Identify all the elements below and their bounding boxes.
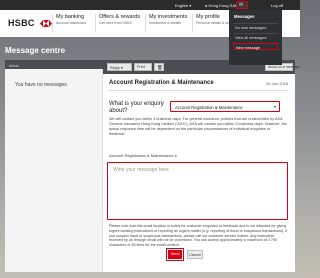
enquiry-label: What is your enquiry about? <box>109 101 164 114</box>
email-usage-notice: Please note that this email function is … <box>109 224 288 248</box>
logo-text: HSBC <box>8 18 35 28</box>
logoff-link[interactable]: Log off <box>271 3 283 8</box>
top-utility-bar: English ▾ ● Hong Kong SAR ✉ Log off <box>0 0 300 10</box>
send-button[interactable]: Send <box>166 248 184 261</box>
messages-button[interactable]: ✉ <box>236 1 248 9</box>
new-message-panel: Account Registration & Maintenance 26 Ja… <box>103 74 295 272</box>
page-title: Message centre <box>5 46 66 55</box>
language-selector[interactable]: English ▾ <box>175 3 191 8</box>
menu-item-view-all-messages[interactable]: View all messages <box>233 33 278 40</box>
inbox-header: Inbox <box>5 60 103 69</box>
hsbc-logo[interactable]: HSBC <box>8 18 52 28</box>
menu-item-new-message[interactable]: New message <box>233 43 278 50</box>
nav-offers-rewards[interactable]: Offers & rewards Get more from HSBC <box>94 14 141 32</box>
reply-button[interactable]: Reply ▾ <box>107 63 132 71</box>
dropdown-title: Messages <box>234 14 255 19</box>
region-selector[interactable]: ● Hong Kong SAR <box>205 3 238 8</box>
empty-inbox-text: You have no messages <box>15 82 67 88</box>
chevron-down-icon: ▾ <box>273 104 276 109</box>
nav-title: My investments <box>149 14 188 20</box>
nav-my-banking[interactable]: My banking Account dashboard <box>51 14 87 32</box>
nav-subtitle: Account dashboard <box>56 21 87 25</box>
envelope-icon: ✉ <box>239 2 244 8</box>
nav-subtitle: Get more from HSBC <box>99 21 133 25</box>
message-textarea[interactable]: Write your message here <box>107 162 288 220</box>
nav-my-investments[interactable]: My investments Investment & Wealth <box>144 14 188 32</box>
menu-item-no-new-messages[interactable]: No new messages <box>233 23 278 30</box>
message-list: You have no messages <box>5 69 103 272</box>
form-title: Account Registration & Maintenance <box>109 80 214 86</box>
nav-title: My banking <box>56 14 85 20</box>
hexagon-logo-icon <box>39 20 52 28</box>
cancel-button[interactable]: Cancel <box>187 250 203 259</box>
response-time-disclaimer: We will contact you within 3 business da… <box>109 117 287 136</box>
nav-title: Offers & rewards <box>99 14 141 20</box>
message-field-label: Account Registration & Maintenance k <box>109 153 177 158</box>
print-button[interactable]: Print <box>134 63 152 71</box>
delete-button[interactable]: 🗑 <box>154 63 164 71</box>
messages-dropdown: Messages No new messages View all messag… <box>229 10 282 65</box>
divider <box>109 90 289 91</box>
enquiry-select[interactable]: Account Registration & Maintenance ▾ <box>170 101 280 112</box>
trash-icon: 🗑 <box>157 65 163 70</box>
nav-subtitle: Investment & Wealth <box>149 21 182 25</box>
form-date: 26 Jan 2018 <box>265 81 288 86</box>
enquiry-select-value: Account Registration & Maintenance <box>175 104 243 110</box>
